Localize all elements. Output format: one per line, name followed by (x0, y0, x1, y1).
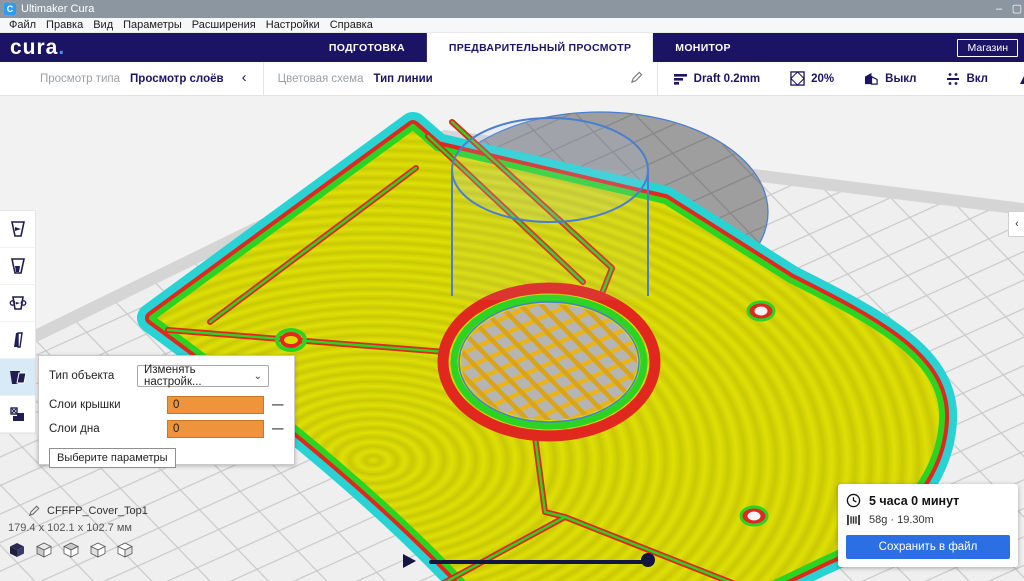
cura-window: C Ultimaker Cura – ▢ Файл Правка Вид Пар… (0, 0, 1024, 581)
bottom-layers-label: Слои дна (49, 423, 100, 435)
chevron-down-icon: ⌄ (253, 370, 262, 382)
menu-preferences[interactable]: Настройки (261, 19, 325, 31)
adhesion-chip[interactable]: Вкл (946, 72, 988, 86)
collapse-chevron-icon[interactable]: ‹ (242, 69, 247, 86)
per-object-settings-panel: Тип объекта Изменять настройк... ⌄ Слои к… (38, 355, 295, 468)
model-dimensions: 179.4 x 102.1 x 102.7 мм (8, 522, 132, 534)
tool-column (0, 210, 36, 434)
rotate-tool[interactable] (0, 285, 35, 322)
color-scheme-dropdown[interactable]: Тип линии (373, 73, 432, 85)
rename-pencil-icon[interactable] (28, 505, 40, 517)
move-tool[interactable] (0, 211, 35, 248)
tab-preview[interactable]: ПРЕДВАРИТЕЛЬНЫЙ ПРОСМОТР (426, 33, 654, 62)
profile-chip[interactable]: Draft 0.2mm (673, 73, 760, 85)
model-info: CFFFP_Cover_Top1 179.4 x 102.1 x 102.7 м… (8, 505, 148, 558)
layers-icon (673, 73, 687, 85)
view-right-button[interactable] (116, 542, 134, 558)
minimize-button[interactable]: – (988, 0, 1010, 18)
view-front-button[interactable] (35, 542, 53, 558)
tab-monitor[interactable]: МОНИТОР (653, 33, 752, 62)
mirror-tool[interactable] (0, 322, 35, 359)
expand-panel-button[interactable]: ‹ (1008, 211, 1024, 237)
object-type-dropdown[interactable]: Изменять настройк... ⌄ (137, 364, 269, 388)
cura-logo: cura. (10, 35, 66, 59)
material-usage: 58g · 19.30m (869, 514, 934, 526)
menubar: Файл Правка Вид Параметры Расширения Нас… (0, 18, 1024, 33)
viewport-3d[interactable]: Тип объекта Изменять настройк... ⌄ Слои к… (0, 96, 1024, 581)
support-icon (865, 72, 878, 85)
layer-slider-track[interactable] (429, 560, 648, 564)
divider (656, 62, 658, 95)
divider (262, 62, 264, 95)
scale-tool[interactable] (0, 248, 35, 285)
view-options-bar: Просмотр типа Просмотр слоёв ‹ Цветовая … (0, 62, 1024, 96)
support-blocker-tool[interactable] (0, 396, 35, 433)
menu-extensions[interactable]: Расширения (187, 19, 261, 31)
infill-chip[interactable]: 20% (790, 71, 834, 86)
view-top-button[interactable] (62, 542, 80, 558)
revert-icon[interactable]: — (272, 399, 284, 411)
top-layers-input[interactable]: 0 (167, 396, 264, 414)
logo-dot: . (58, 35, 66, 59)
layer-slider-handle[interactable] (641, 553, 655, 567)
marketplace-button[interactable]: Магазин (957, 38, 1018, 57)
select-settings-button[interactable]: Выберите параметры (49, 448, 176, 468)
view-type-label: Просмотр типа (40, 72, 121, 85)
view-left-button[interactable] (89, 542, 107, 558)
blocker-cylinder[interactable] (451, 117, 649, 300)
print-time: 5 часа 0 минут (869, 493, 960, 508)
top-layers-label: Слои крышки (49, 399, 121, 411)
view-type-dropdown[interactable]: Просмотр слоёв (130, 73, 224, 85)
object-type-label: Тип объекта (49, 370, 115, 382)
menu-help[interactable]: Справка (325, 19, 378, 31)
clipped-toolbar-icon[interactable] (1018, 72, 1024, 86)
menu-edit[interactable]: Правка (41, 19, 88, 31)
infill-icon (790, 71, 805, 86)
view-3d-button[interactable] (8, 542, 26, 558)
model-name: CFFFP_Cover_Top1 (47, 505, 148, 517)
app-icon: C (4, 3, 16, 15)
menu-view[interactable]: Вид (88, 19, 118, 31)
bottom-layers-input[interactable]: 0 (167, 420, 264, 438)
main-header: cura. ПОДГОТОВКА ПРЕДВАРИТЕЛЬНЫЙ ПРОСМОТ… (0, 33, 1024, 62)
play-button[interactable] (403, 554, 416, 568)
color-scheme-label: Цветовая схема (277, 72, 364, 85)
menu-file[interactable]: Файл (4, 19, 41, 31)
revert-icon[interactable]: — (272, 423, 284, 435)
maximize-button[interactable]: ▢ (1010, 0, 1024, 18)
spool-icon (847, 514, 860, 526)
adhesion-icon (947, 72, 960, 85)
titlebar: C Ultimaker Cura – ▢ (0, 0, 1024, 18)
support-chip[interactable]: Выкл (864, 72, 916, 86)
edit-pencil-icon[interactable] (630, 71, 643, 87)
camera-view-buttons (8, 542, 148, 558)
save-to-file-button[interactable]: Сохранить в файл (846, 535, 1010, 559)
print-summary-card: 5 часа 0 минут 58g · 19.30m Сохранить в … (838, 484, 1018, 567)
menu-settings[interactable]: Параметры (118, 19, 187, 31)
stage-tabs: ПОДГОТОВКА ПРЕДВАРИТЕЛЬНЫЙ ПРОСМОТР МОНИ… (307, 33, 753, 62)
tab-prepare[interactable]: ПОДГОТОВКА (307, 33, 427, 62)
window-title: Ultimaker Cura (21, 3, 95, 15)
per-model-settings-tool[interactable] (0, 359, 35, 396)
clock-icon (846, 493, 861, 508)
